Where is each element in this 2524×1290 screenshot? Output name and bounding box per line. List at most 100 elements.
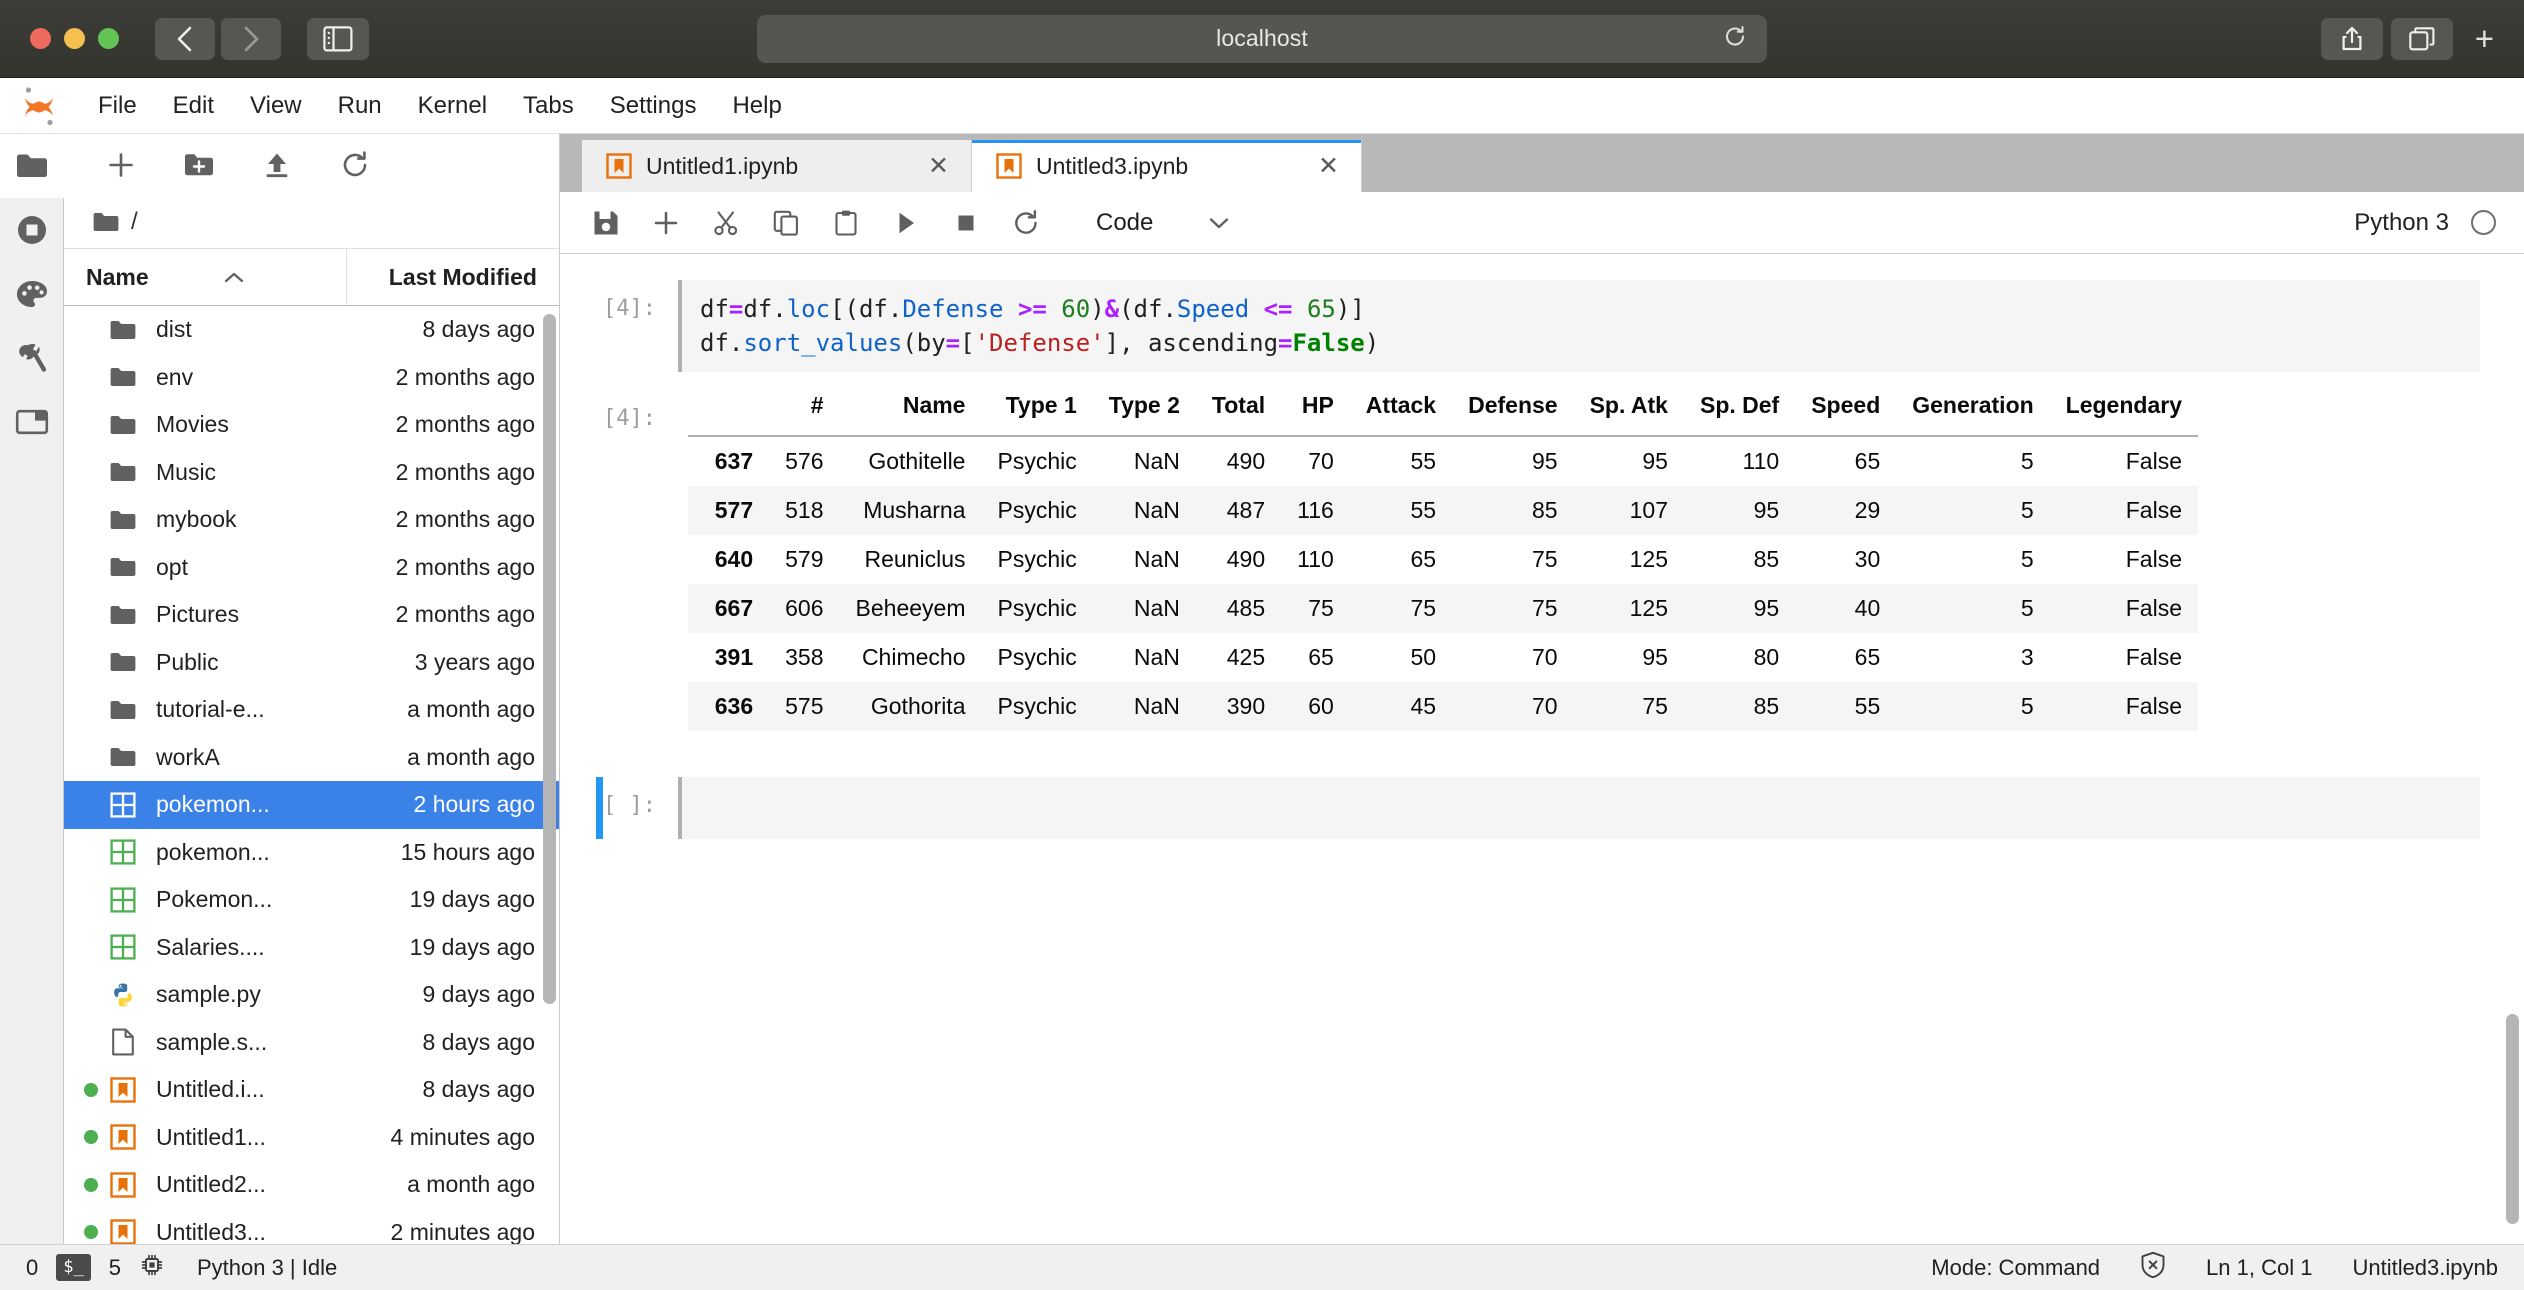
new-launcher-button[interactable] [82,140,160,190]
play-icon [899,212,914,233]
file-list-item-name: Movies [156,411,229,438]
dataframe-column-header: Sp. Def [1683,382,1796,438]
file-list-item[interactable]: pokemon... 15 hours ago [64,829,559,877]
file-list-item[interactable]: Untitled2... a month ago [64,1161,559,1209]
file-list-scrollbar[interactable] [543,314,556,1004]
notebook-scrollbar[interactable] [2506,1014,2519,1224]
file-list-item[interactable]: sample.py 9 days ago [64,971,559,1019]
cut-cell-button[interactable] [696,197,756,249]
menu-file[interactable]: File [80,86,155,126]
menu-run[interactable]: Run [320,86,400,126]
menu-tabs[interactable]: Tabs [505,86,592,126]
file-list-item[interactable]: Pokemon... 19 days ago [64,876,559,924]
file-list-item[interactable]: opt 2 months ago [64,544,559,592]
file-list-item[interactable]: Untitled1... 4 minutes ago [64,1114,559,1162]
cell-editor[interactable] [678,777,2480,840]
tab-overview-button[interactable] [2390,17,2453,60]
copy-icon [773,210,798,236]
close-window-button[interactable] [30,28,51,49]
menu-settings[interactable]: Settings [592,86,715,126]
file-list[interactable]: dist 8 days ago env 2 months ago Movies 2 mon… [64,306,559,1244]
new-folder-button[interactable] [160,140,238,190]
run-cell-button[interactable] [876,197,936,249]
notebook-cell-empty[interactable]: [ ]: [560,777,2524,840]
copy-cell-button[interactable] [756,197,816,249]
dataframe-column-header: Type 2 [1092,382,1196,438]
save-button[interactable] [576,197,636,249]
menu-view[interactable]: View [232,86,320,126]
paste-cell-button[interactable] [816,197,876,249]
kernel-status-idle-icon[interactable] [2471,210,2496,235]
file-list-item[interactable]: sample.s... 8 days ago [64,1019,559,1067]
column-header-last-modified[interactable]: Last Modified [347,264,559,291]
upload-button[interactable] [238,140,316,190]
tab-close-button[interactable]: ✕ [916,153,949,179]
running-kernel-indicator [84,1082,98,1097]
file-list-item-modified: 2 minutes ago [390,1218,535,1244]
file-list-item[interactable]: mybook 2 months ago [64,496,559,544]
dataframe-cell: 5 [2020,497,2034,524]
notebook-cell-scroll-area[interactable]: [4]: df=df.loc[(df.Defense >= 60)&(df.Sp… [560,254,2524,1244]
kernel-indicator-placeholder [84,370,98,384]
refresh-button[interactable] [316,140,394,190]
file-list-item[interactable]: dist 8 days ago [64,306,559,354]
dataframe-cell: 50 [1410,644,1437,671]
tab-close-button[interactable]: ✕ [1306,153,1339,179]
address-bar[interactable]: localhost [757,14,1767,63]
status-kernel-state[interactable]: Python 3 | Idle [197,1255,337,1281]
file-list-item-name: dist [156,316,192,343]
forward-button[interactable] [221,17,281,60]
terminal-icon[interactable]: $_ [56,1254,91,1281]
tab-untitled3[interactable]: Untitled3.ipynb ✕ [972,140,1362,192]
sidebar-item-running-terminals[interactable] [0,198,64,262]
kernel-name[interactable]: Python 3 [2354,209,2449,237]
shield-x-icon[interactable] [2140,1251,2166,1285]
minimize-window-button[interactable] [64,28,85,49]
dataframe-cell: 5 [2020,448,2034,475]
file-list-item[interactable]: Salaries.... 19 days ago [64,924,559,972]
chip-icon[interactable] [139,1252,165,1284]
running-kernel-indicator [84,1225,98,1240]
cell-type-dropdown[interactable]: Code [1074,200,1247,246]
notebook-cell-code[interactable]: [4]: df=df.loc[(df.Defense >= 60)&(df.Sp… [560,280,2524,373]
file-list-item[interactable]: pokemon... 2 hours ago [64,781,559,829]
new-tab-button[interactable]: + [2461,22,2508,55]
file-list-item[interactable]: Music 2 months ago [64,449,559,497]
column-header-name[interactable]: Name [64,249,347,305]
dataframe-cell: 110 [1297,546,1334,573]
file-list-item[interactable]: Untitled.i... 8 days ago [64,1066,559,1114]
cell-editor[interactable]: df=df.loc[(df.Defense >= 60)&(df.Speed <… [678,280,2480,373]
tab-untitled1[interactable]: Untitled1.ipynb ✕ [582,140,972,192]
share-button[interactable] [2320,17,2383,60]
dataframe-cell: 75 [1532,595,1558,622]
sidebar-item-property-inspector[interactable] [0,326,64,390]
breadcrumb[interactable]: / [64,196,559,248]
browser-sidebar-toggle-button[interactable] [307,17,369,60]
file-list-item[interactable]: Pictures 2 months ago [64,591,559,639]
csv-icon [104,839,142,865]
maximize-window-button[interactable] [98,28,119,49]
insert-cell-button[interactable] [636,197,696,249]
interrupt-kernel-button[interactable] [936,197,996,249]
address-bar-text: localhost [1216,25,1308,51]
sidebar-item-open-tabs[interactable] [0,390,64,454]
sidebar-item-extension-manager[interactable] [0,262,64,326]
back-button[interactable] [155,17,215,60]
menu-edit[interactable]: Edit [155,86,232,126]
file-list-item-modified: a month ago [407,743,535,770]
page-reload-button[interactable] [1723,24,1747,53]
file-list-item[interactable]: Untitled3... 2 minutes ago [64,1209,559,1244]
dataframe-cell: 75 [1410,595,1437,622]
file-list-item[interactable]: workA a month ago [64,734,559,782]
dataframe-cell: 125 [1629,595,1668,622]
file-list-item[interactable]: Public 3 years ago [64,639,559,687]
restart-kernel-button[interactable] [996,197,1056,249]
sidebar-item-file-browser[interactable] [0,134,64,198]
file-list-item[interactable]: env 2 months ago [64,354,559,402]
file-list-item[interactable]: tutorial-e... a month ago [64,686,559,734]
menu-kernel[interactable]: Kernel [400,86,505,126]
csv-icon [104,934,142,960]
menu-help[interactable]: Help [714,86,799,126]
file-list-item[interactable]: Movies 2 months ago [64,401,559,449]
status-bar-right: Mode: Command Ln 1, Col 1 Untitled3.ipyn… [1931,1251,2498,1285]
